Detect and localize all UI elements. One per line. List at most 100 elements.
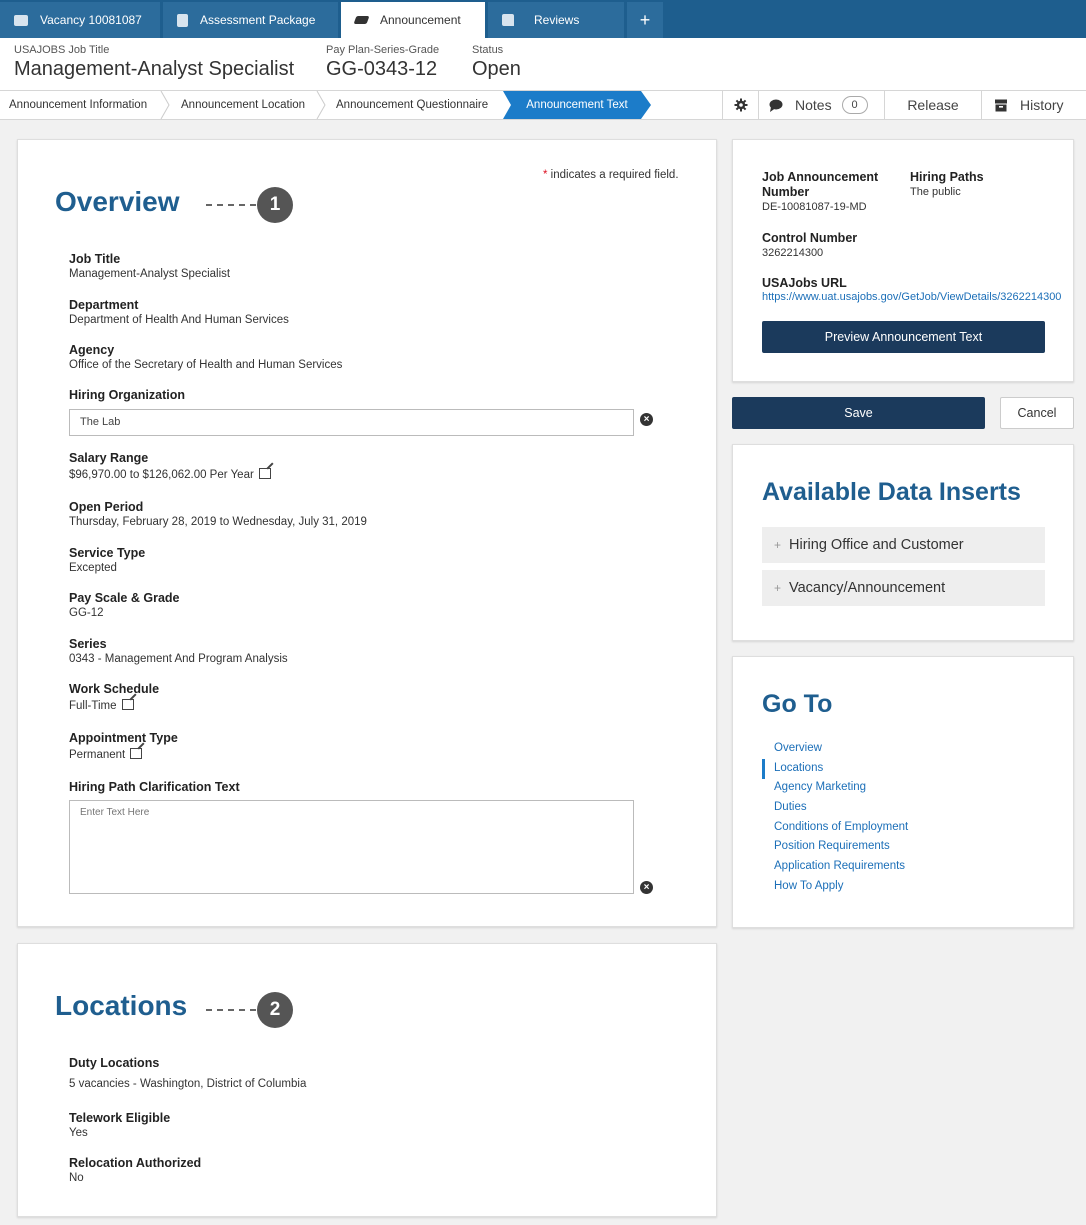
field-label: Job Title — [69, 252, 121, 266]
edit-icon[interactable] — [121, 699, 134, 710]
tab-vacancy-label: Vacancy 10081087 — [40, 13, 142, 27]
clarification-textarea[interactable] — [69, 800, 634, 894]
goto-duties[interactable]: Duties — [774, 801, 807, 813]
top-tab-bar: Vacancy 10081087 Assessment Package Anno… — [0, 0, 1086, 38]
comment-icon — [769, 99, 783, 112]
control-number-label: Control Number — [762, 231, 858, 245]
job-title-block: USAJOBS Job Title Management-Analyst Spe… — [14, 44, 294, 81]
usajobs-url-link[interactable]: https://www.uat.usajobs.gov/GetJob/ViewD… — [762, 291, 1061, 303]
goto-how-to-apply[interactable]: How To Apply — [774, 880, 843, 892]
goto-agency-marketing[interactable]: Agency Marketing — [774, 781, 866, 793]
job-header: USAJOBS Job Title Management-Analyst Spe… — [0, 38, 1086, 90]
notes-button[interactable]: Notes 0 — [758, 91, 884, 119]
crumb-announcement-information[interactable]: Announcement Information — [9, 91, 147, 119]
insert-hiring-office[interactable]: + Hiring Office and Customer — [762, 527, 1045, 563]
usajobs-url-label: USAJobs URL — [762, 276, 847, 290]
field-label: Hiring Organization — [69, 388, 185, 402]
grade-block: Pay Plan-Series-Grade GG-0343-12 — [326, 44, 439, 81]
grade-label: Pay Plan-Series-Grade — [326, 44, 440, 56]
status-block: Status Open — [472, 44, 521, 81]
thumbs-up-icon — [502, 14, 514, 26]
release-label: Release — [907, 97, 959, 113]
settings-button[interactable] — [722, 91, 758, 119]
gear-icon — [734, 98, 747, 112]
series-field: Series 0343 - Management And Program Ana… — [69, 637, 288, 665]
plus-icon: + — [774, 581, 782, 595]
field-label: Hiring Path Clarification Text — [69, 780, 240, 794]
callout-badge-1: 1 — [257, 187, 293, 223]
release-button[interactable]: Release — [884, 91, 981, 119]
clear-icon[interactable]: × — [640, 413, 653, 426]
plus-icon: + — [774, 538, 782, 552]
salary-range-field: Salary Range $96,970.00 to $126,062.00 P… — [69, 451, 271, 481]
field-value: GG-12 — [69, 607, 104, 619]
service-type-field: Service Type Excepted — [69, 546, 145, 574]
archive-icon — [995, 99, 1007, 111]
job-title-label: USAJOBS Job Title — [14, 44, 110, 56]
goto-application-requirements[interactable]: Application Requirements — [774, 860, 905, 872]
clear-icon[interactable]: × — [640, 881, 653, 894]
preview-announcement-button[interactable]: Preview Announcement Text — [762, 321, 1045, 353]
required-field-note: * indicates a required field. — [543, 169, 679, 181]
tab-reviews[interactable]: Reviews — [488, 2, 624, 38]
chevron-right-icon — [316, 90, 326, 120]
goto-conditions-of-employment[interactable]: Conditions of Employment — [774, 821, 908, 833]
goto-locations[interactable]: Locations — [774, 762, 823, 774]
open-period-field: Open Period Thursday, February 28, 2019 … — [69, 500, 367, 528]
hiring-paths-block: Hiring Paths The public — [910, 170, 984, 199]
field-value: Management-Analyst Specialist — [69, 268, 231, 280]
tab-assessment-label: Assessment Package — [200, 13, 316, 27]
tab-assessment-package[interactable]: Assessment Package — [163, 2, 338, 38]
required-note-text: indicates a required field. — [550, 169, 679, 181]
field-value: Excepted — [69, 562, 117, 574]
insert-vacancy-announcement[interactable]: + Vacancy/Announcement — [762, 570, 1045, 606]
add-tab-button[interactable]: + — [627, 2, 663, 38]
agency-field: Agency Office of the Secretary of Health… — [69, 343, 342, 371]
field-label: Agency — [69, 343, 115, 357]
tab-announcement[interactable]: Announcement — [341, 2, 485, 38]
field-label: Duty Locations — [69, 1056, 160, 1070]
crumb-announcement-questionnaire[interactable]: Announcement Questionnaire — [336, 91, 488, 119]
tab-vacancy[interactable]: Vacancy 10081087 — [0, 2, 160, 38]
field-label: Open Period — [69, 500, 144, 514]
notes-label: Notes — [795, 97, 832, 113]
field-value: Full-Time — [69, 700, 117, 712]
field-value: Office of the Secretary of Health and Hu… — [69, 359, 343, 371]
overview-title: Overview — [55, 186, 180, 217]
save-button[interactable]: Save — [732, 397, 985, 429]
callout-line — [206, 1009, 256, 1011]
breadcrumb: Announcement Information Announcement Lo… — [0, 90, 1086, 120]
cancel-button[interactable]: Cancel — [1000, 397, 1074, 429]
work-schedule-field: Work Schedule Full-Time — [69, 682, 159, 712]
duty-locations-field: Duty Locations 5 vacancies - Washington,… — [69, 1056, 306, 1090]
copy-icon — [177, 13, 188, 27]
crumb-announcement-location[interactable]: Announcement Location — [181, 91, 305, 119]
field-label: Work Schedule — [69, 682, 160, 696]
announcement-info-card: Job Announcement Number DE-10081087-19-M… — [732, 139, 1074, 382]
edit-icon[interactable] — [258, 468, 271, 479]
hiring-paths-label: Hiring Paths — [910, 170, 984, 184]
clarification-field: Hiring Path Clarification Text — [69, 780, 240, 794]
field-value: No — [69, 1172, 84, 1184]
announcement-number-block: Job Announcement Number DE-10081087-19-M… — [762, 170, 878, 214]
tab-reviews-label: Reviews — [534, 13, 580, 27]
announcement-number-value: DE-10081087-19-MD — [762, 201, 867, 213]
field-label: Service Type — [69, 546, 146, 560]
callout-badge-2: 2 — [257, 992, 293, 1028]
field-label: Department — [69, 298, 139, 312]
history-button[interactable]: History — [981, 91, 1086, 119]
field-label: Appointment Type — [69, 731, 178, 745]
hiring-paths-value: The public — [910, 186, 961, 198]
insert-label: Hiring Office and Customer — [789, 537, 964, 553]
hiring-organization-field: Hiring Organization — [69, 388, 185, 402]
hiring-organization-input[interactable]: The Lab — [69, 409, 634, 436]
relocation-field: Relocation Authorized No — [69, 1156, 201, 1184]
goto-position-requirements[interactable]: Position Requirements — [774, 840, 890, 852]
appointment-type-field: Appointment Type Permanent — [69, 731, 178, 761]
edit-icon[interactable] — [130, 748, 143, 759]
field-value: 0343 - Management And Program Analysis — [69, 653, 288, 665]
field-value: Thursday, February 28, 2019 to Wednesday… — [69, 516, 367, 528]
crumb-announcement-text[interactable]: Announcement Text — [503, 91, 651, 119]
goto-overview[interactable]: Overview — [774, 742, 822, 754]
usajobs-url-block: USAJobs URL https://www.uat.usajobs.gov/… — [762, 276, 1061, 303]
